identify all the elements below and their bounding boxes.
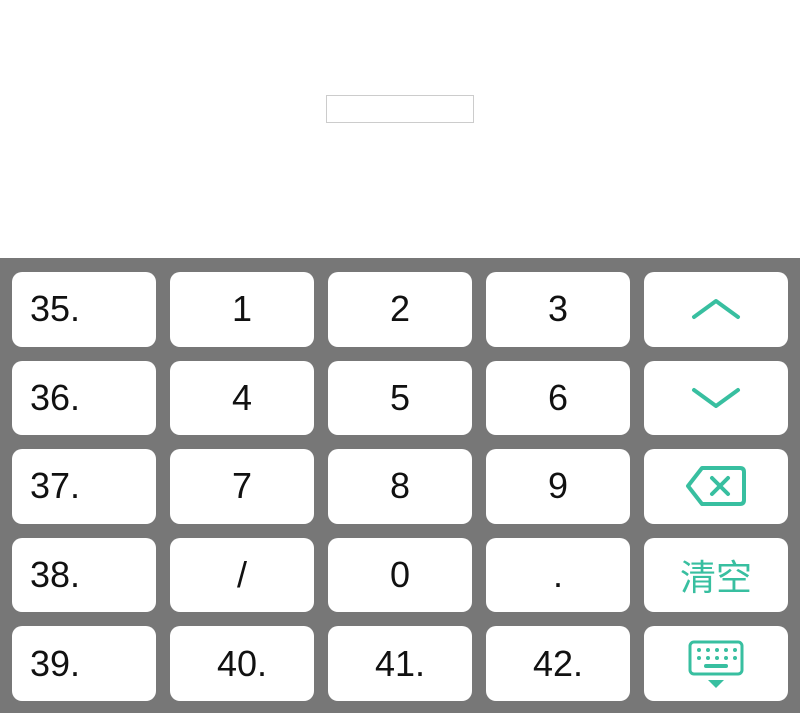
key-num-42[interactable]: 42.: [486, 626, 630, 701]
key-digit-8[interactable]: 8: [328, 449, 472, 524]
key-label: 5: [390, 377, 410, 419]
key-digit-4[interactable]: 4: [170, 361, 314, 436]
key-label: 42.: [533, 643, 583, 685]
key-label: 清空: [680, 549, 752, 601]
key-num-38[interactable]: 38.: [12, 538, 156, 613]
keyboard-dismiss-icon: [686, 638, 746, 690]
key-label: 2: [390, 288, 410, 330]
key-label: /: [237, 554, 247, 596]
key-num-37[interactable]: 37.: [12, 449, 156, 524]
value-input[interactable]: [326, 95, 474, 123]
key-action-clear[interactable]: 清空: [644, 538, 788, 613]
key-digit-3[interactable]: 3: [486, 272, 630, 347]
key-label: 40.: [217, 643, 267, 685]
numeric-keyboard: 35. 1 2 3 36. 4 5 6 37. 7 8 9 38. / 0. 清空 39. 40. 41. 42.: [0, 258, 800, 713]
key-digit-0[interactable]: 0: [328, 538, 472, 613]
key-label: 0: [390, 554, 410, 596]
key-digit-5[interactable]: 5: [328, 361, 472, 436]
key-num-40[interactable]: 40.: [170, 626, 314, 701]
key-label: 3: [548, 288, 568, 330]
key-digit-6[interactable]: 6: [486, 361, 630, 436]
key-label: 41.: [375, 643, 425, 685]
key-action-down[interactable]: [644, 361, 788, 436]
chevron-down-icon: [688, 384, 744, 412]
key-dot[interactable]: .: [486, 538, 630, 613]
key-label: 4: [232, 377, 252, 419]
key-action-dismiss[interactable]: [644, 626, 788, 701]
key-label: 8: [390, 465, 410, 507]
key-label: 36.: [30, 377, 80, 419]
key-slash[interactable]: /: [170, 538, 314, 613]
key-digit-2[interactable]: 2: [328, 272, 472, 347]
chevron-up-icon: [688, 295, 744, 323]
key-num-39[interactable]: 39.: [12, 626, 156, 701]
key-action-up[interactable]: [644, 272, 788, 347]
key-num-41[interactable]: 41.: [328, 626, 472, 701]
key-label: 1: [232, 288, 252, 330]
key-digit-7[interactable]: 7: [170, 449, 314, 524]
key-action-backspace[interactable]: [644, 449, 788, 524]
key-label: 37.: [30, 465, 80, 507]
key-label: 38.: [30, 554, 80, 596]
key-label: 9: [548, 465, 568, 507]
key-num-35[interactable]: 35.: [12, 272, 156, 347]
top-area: [0, 0, 800, 258]
key-num-36[interactable]: 36.: [12, 361, 156, 436]
key-label: 35.: [30, 288, 80, 330]
key-digit-1[interactable]: 1: [170, 272, 314, 347]
key-label: .: [553, 554, 563, 596]
key-label: 39.: [30, 643, 80, 685]
key-label: 6: [548, 377, 568, 419]
key-digit-9[interactable]: 9: [486, 449, 630, 524]
key-label: 7: [232, 465, 252, 507]
backspace-icon: [684, 464, 748, 508]
